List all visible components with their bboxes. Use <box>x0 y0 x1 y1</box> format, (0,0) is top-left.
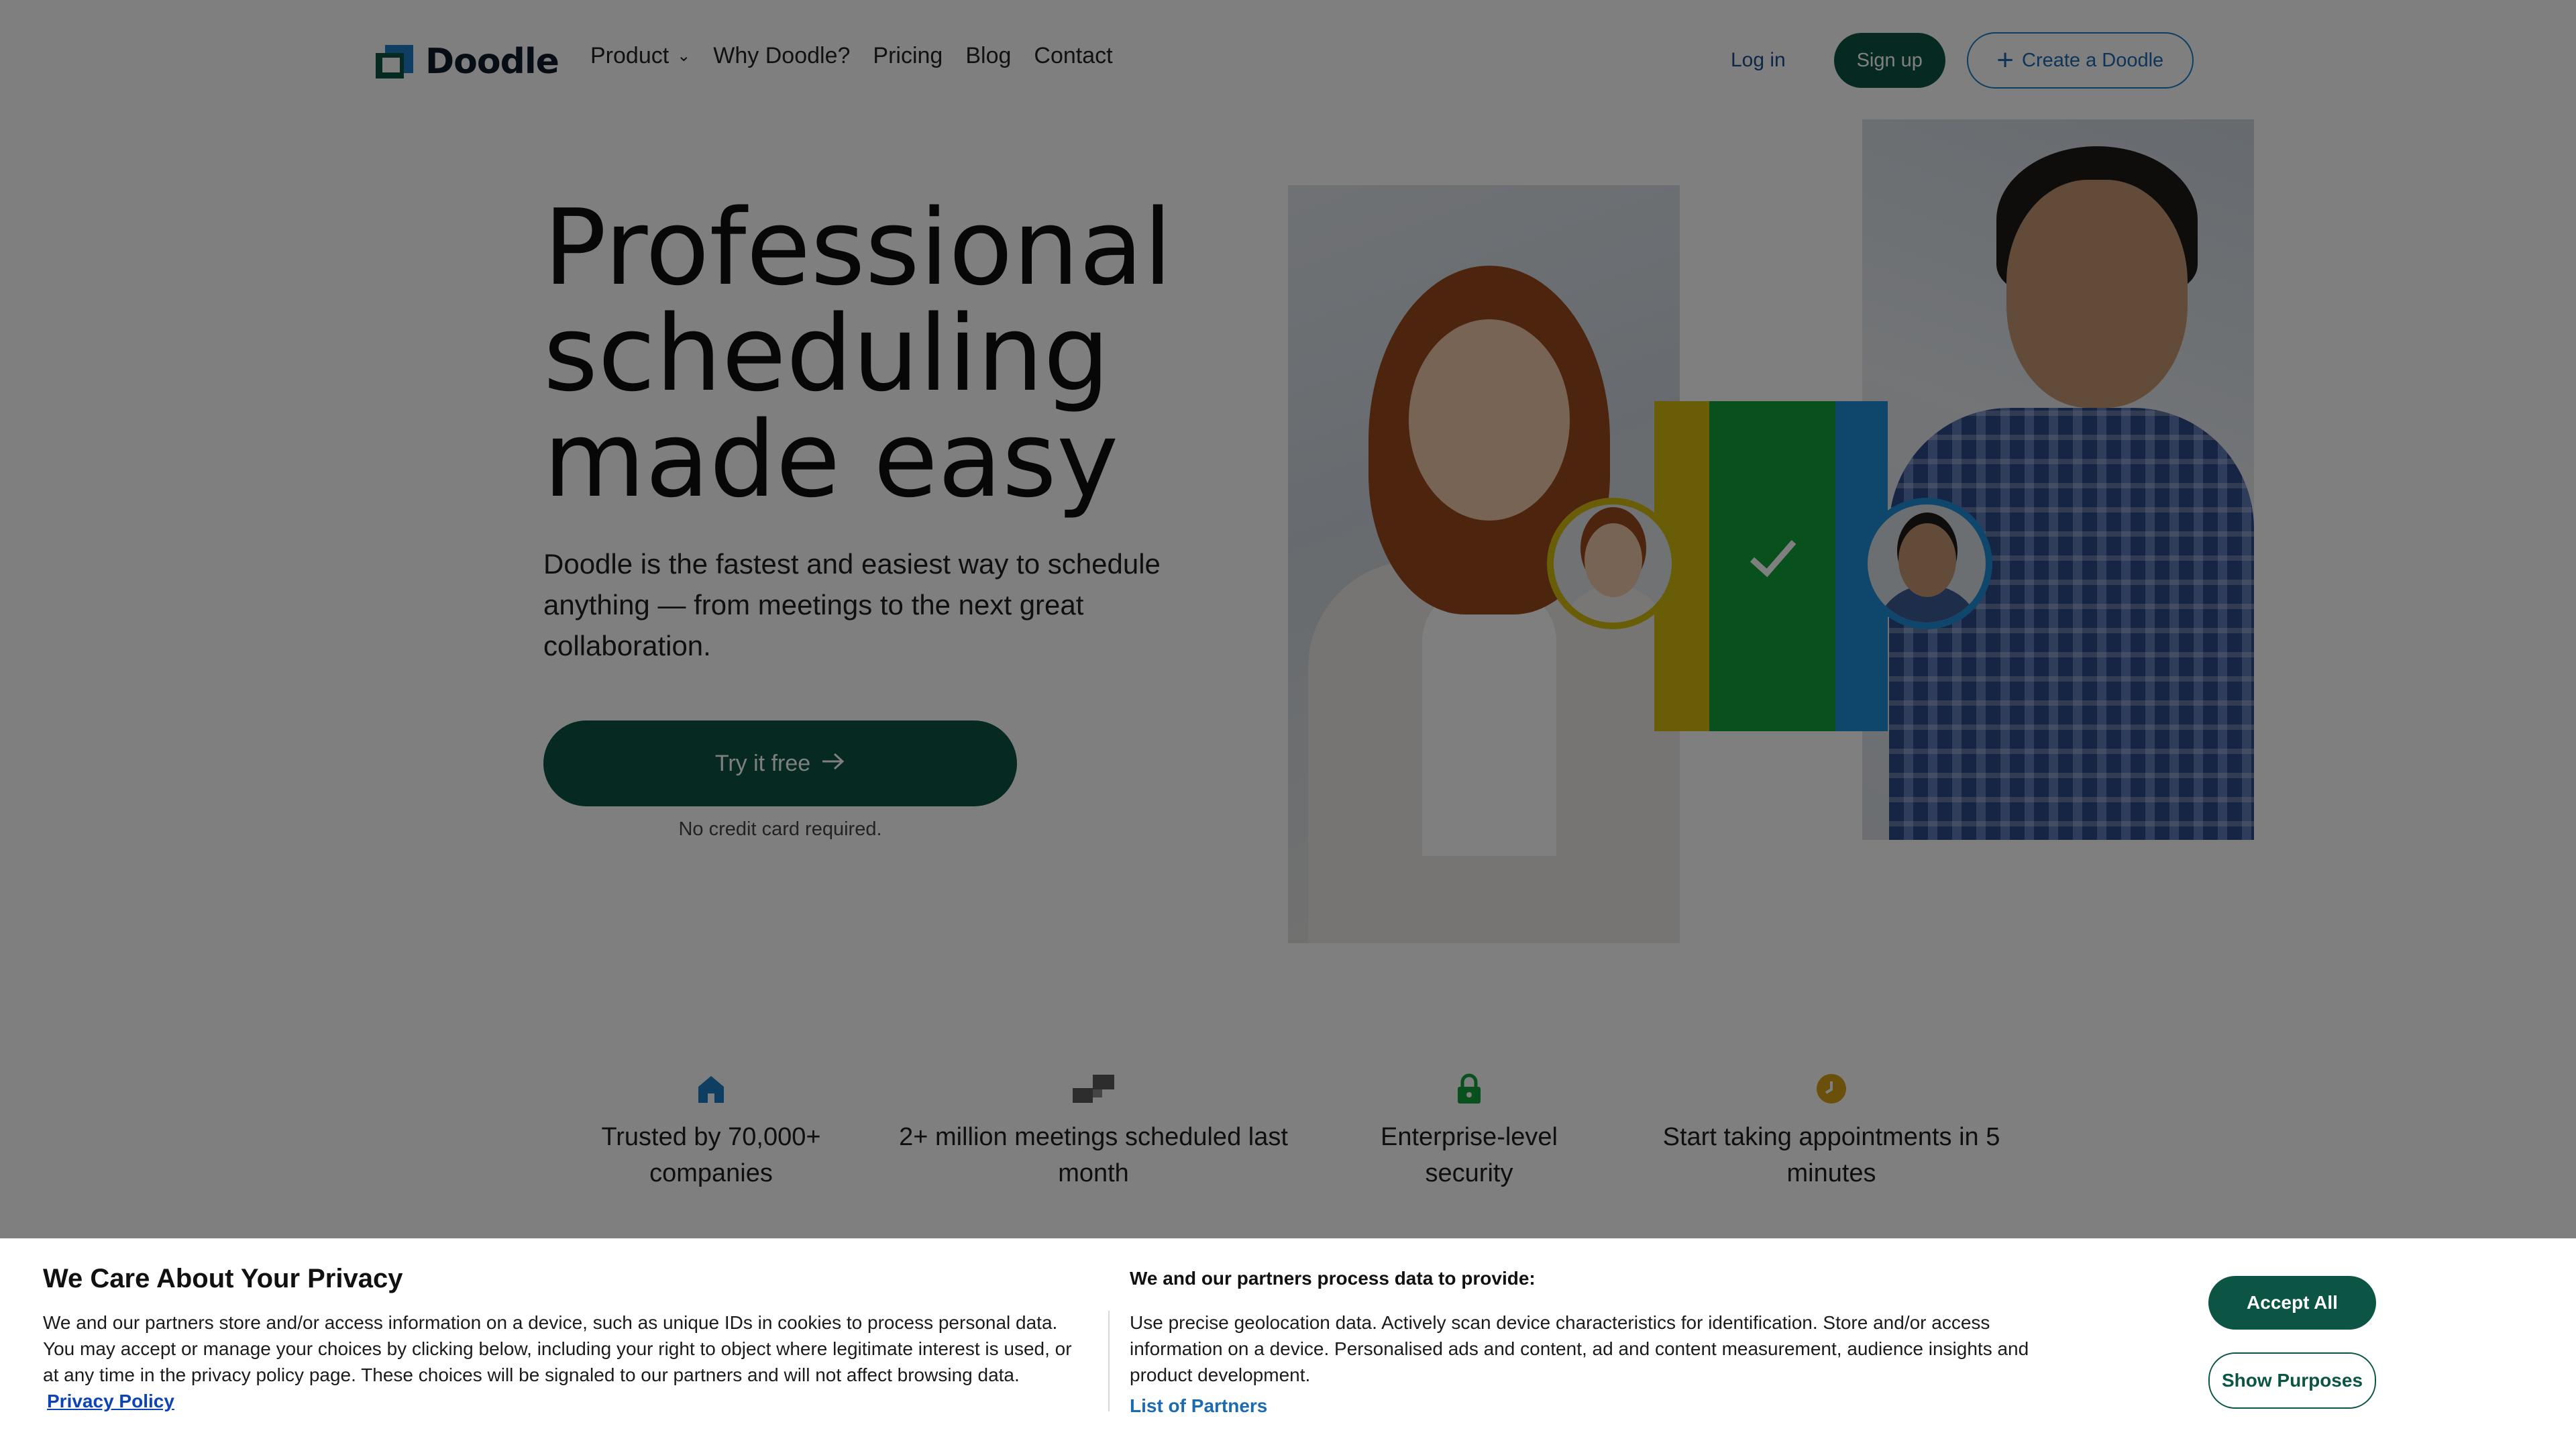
purposes-text: Use precise geolocation data. Actively s… <box>1130 1312 2029 1385</box>
consent-text: We and our partners store and/or access … <box>43 1312 1072 1385</box>
privacy-policy-link[interactable]: Privacy Policy <box>47 1391 174 1411</box>
accept-all-button[interactable]: Accept All <box>2208 1276 2376 1330</box>
purposes-title: We and our partners process data to prov… <box>1130 1268 1536 1289</box>
consent-title: We Care About Your Privacy <box>43 1264 403 1293</box>
consent-backdrop <box>0 0 2576 1240</box>
consent-text-block: We and our partners store and/or access … <box>43 1309 1076 1414</box>
accept-all-label: Accept All <box>2247 1292 2338 1313</box>
consent-divider <box>1108 1311 1110 1411</box>
show-purposes-label: Show Purposes <box>2221 1370 2363 1391</box>
doodle-homepage: Doodle Product ⌄ Why Doodle? Pricing Blo… <box>0 0 2576 1449</box>
list-of-partners-link[interactable]: List of Partners <box>1130 1395 1267 1417</box>
show-purposes-button[interactable]: Show Purposes <box>2208 1352 2376 1409</box>
